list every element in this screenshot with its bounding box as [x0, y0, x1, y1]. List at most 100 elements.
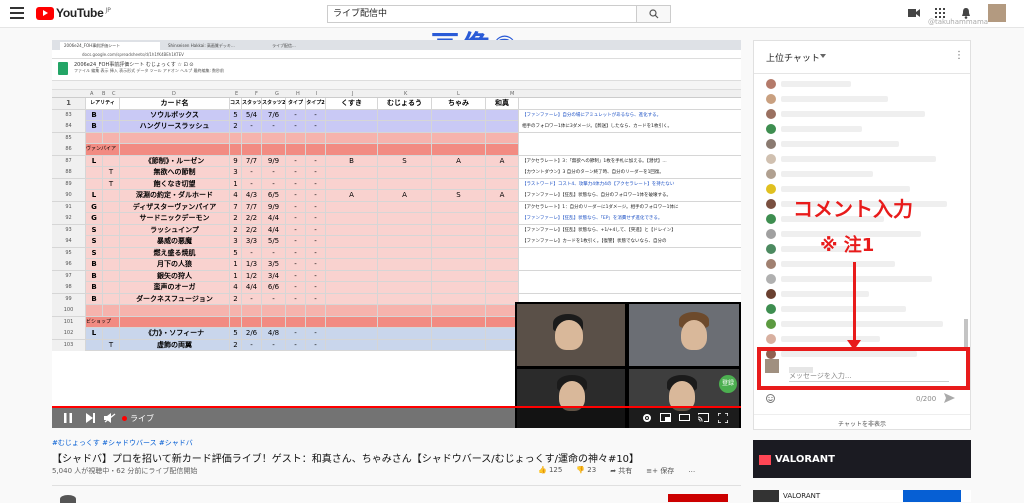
table-cell[interactable] — [286, 316, 306, 328]
table-cell[interactable] — [486, 132, 519, 144]
table-cell[interactable] — [486, 247, 519, 259]
table-cell[interactable] — [120, 305, 230, 316]
table-cell[interactable] — [432, 236, 486, 247]
table-cell[interactable]: 2/2 — [242, 224, 262, 236]
table-cell[interactable]: 1 — [230, 259, 242, 270]
table-cell[interactable] — [378, 293, 432, 305]
table-cell[interactable] — [486, 178, 519, 190]
table-cell[interactable] — [432, 259, 486, 270]
table-cell[interactable]: - — [306, 282, 326, 293]
table-cell[interactable] — [86, 305, 103, 316]
table-cell[interactable] — [103, 293, 120, 305]
table-cell[interactable]: 3 — [230, 167, 242, 178]
table-cell[interactable] — [103, 328, 120, 339]
table-cell[interactable] — [326, 144, 378, 155]
table-cell[interactable]: 2/2 — [242, 213, 262, 224]
theater-mode-icon[interactable] — [679, 413, 690, 422]
table-cell[interactable]: 9/9 — [262, 201, 286, 213]
table-cell[interactable]: 1/2 — [242, 270, 262, 282]
ad-banner[interactable]: VALORANT — [753, 440, 971, 478]
table-cell[interactable] — [378, 236, 432, 247]
table-cell[interactable] — [326, 328, 378, 339]
table-cell[interactable]: 2 — [230, 339, 242, 351]
table-cell[interactable]: 5 — [230, 247, 242, 259]
table-cell[interactable] — [103, 236, 120, 247]
table-cell[interactable] — [103, 121, 120, 132]
ad-companion[interactable]: VALORANT — [753, 490, 971, 502]
cast-icon[interactable] — [698, 413, 709, 422]
table-cell[interactable] — [103, 224, 120, 236]
table-cell[interactable] — [86, 132, 103, 144]
table-cell[interactable]: 1 — [230, 270, 242, 282]
table-cell[interactable]: 4 — [230, 282, 242, 293]
table-cell[interactable] — [103, 305, 120, 316]
table-cell[interactable]: 7/6 — [262, 109, 286, 121]
table-cell[interactable] — [378, 167, 432, 178]
table-cell[interactable]: - — [286, 121, 306, 132]
table-cell[interactable]: 2 — [230, 293, 242, 305]
table-cell[interactable] — [326, 167, 378, 178]
table-cell[interactable] — [326, 339, 378, 351]
share-button[interactable]: ➦ 共有 — [610, 466, 632, 476]
youtube-logo[interactable]: YouTube JP — [36, 6, 111, 20]
account-avatar[interactable] — [988, 4, 1006, 22]
table-cell[interactable] — [242, 132, 262, 144]
table-cell[interactable]: - — [262, 178, 286, 190]
table-cell[interactable] — [378, 121, 432, 132]
table-cell[interactable]: A — [486, 190, 519, 201]
table-cell[interactable]: 5 — [230, 109, 242, 121]
table-cell[interactable] — [326, 316, 378, 328]
table-cell[interactable] — [286, 305, 306, 316]
table-cell[interactable]: 3 — [230, 236, 242, 247]
table-cell[interactable]: - — [306, 190, 326, 201]
table-cell[interactable] — [486, 109, 519, 121]
table-cell[interactable] — [486, 236, 519, 247]
apps-grid-icon[interactable] — [935, 8, 945, 18]
table-cell[interactable] — [120, 144, 230, 155]
table-cell[interactable] — [486, 224, 519, 236]
table-cell[interactable]: 2 — [230, 224, 242, 236]
table-cell[interactable]: - — [306, 167, 326, 178]
table-cell[interactable]: - — [306, 328, 326, 339]
table-cell[interactable] — [378, 282, 432, 293]
create-video-icon[interactable] — [908, 8, 920, 18]
table-cell[interactable]: - — [306, 201, 326, 213]
table-cell[interactable]: T — [103, 178, 120, 190]
table-cell[interactable]: 飽くなき切望 — [120, 178, 230, 190]
send-icon[interactable] — [944, 393, 955, 403]
table-cell[interactable] — [242, 316, 262, 328]
miniplayer-icon[interactable] — [660, 413, 671, 422]
table-cell[interactable] — [103, 144, 120, 155]
table-cell[interactable]: - — [286, 213, 306, 224]
table-cell[interactable]: 5 — [230, 328, 242, 339]
table-cell[interactable] — [432, 109, 486, 121]
dislike-button[interactable]: 👎 23 — [576, 466, 596, 476]
table-cell[interactable]: A — [432, 155, 486, 167]
table-cell[interactable] — [286, 144, 306, 155]
more-options-icon[interactable]: ⋮ — [954, 50, 964, 61]
table-cell[interactable]: - — [306, 247, 326, 259]
table-cell[interactable] — [432, 270, 486, 282]
table-cell[interactable] — [378, 132, 432, 144]
table-cell[interactable]: B — [86, 121, 103, 132]
table-cell[interactable] — [432, 213, 486, 224]
table-cell[interactable]: B — [86, 270, 103, 282]
table-cell[interactable]: - — [306, 121, 326, 132]
table-cell[interactable] — [326, 293, 378, 305]
table-cell[interactable] — [378, 201, 432, 213]
table-cell[interactable] — [120, 316, 230, 328]
table-cell[interactable]: 2 — [230, 213, 242, 224]
table-cell[interactable] — [103, 282, 120, 293]
table-cell[interactable]: 燃え盛る焼肌 — [120, 247, 230, 259]
table-cell[interactable] — [326, 109, 378, 121]
table-cell[interactable]: ラッシュインプ — [120, 224, 230, 236]
table-cell[interactable]: T — [103, 167, 120, 178]
next-icon[interactable] — [86, 413, 95, 423]
table-cell[interactable]: G — [86, 213, 103, 224]
table-cell[interactable] — [306, 305, 326, 316]
table-cell[interactable] — [262, 132, 286, 144]
table-cell[interactable]: - — [306, 213, 326, 224]
table-cell[interactable] — [486, 282, 519, 293]
table-cell[interactable]: - — [286, 201, 306, 213]
table-cell[interactable] — [230, 316, 242, 328]
